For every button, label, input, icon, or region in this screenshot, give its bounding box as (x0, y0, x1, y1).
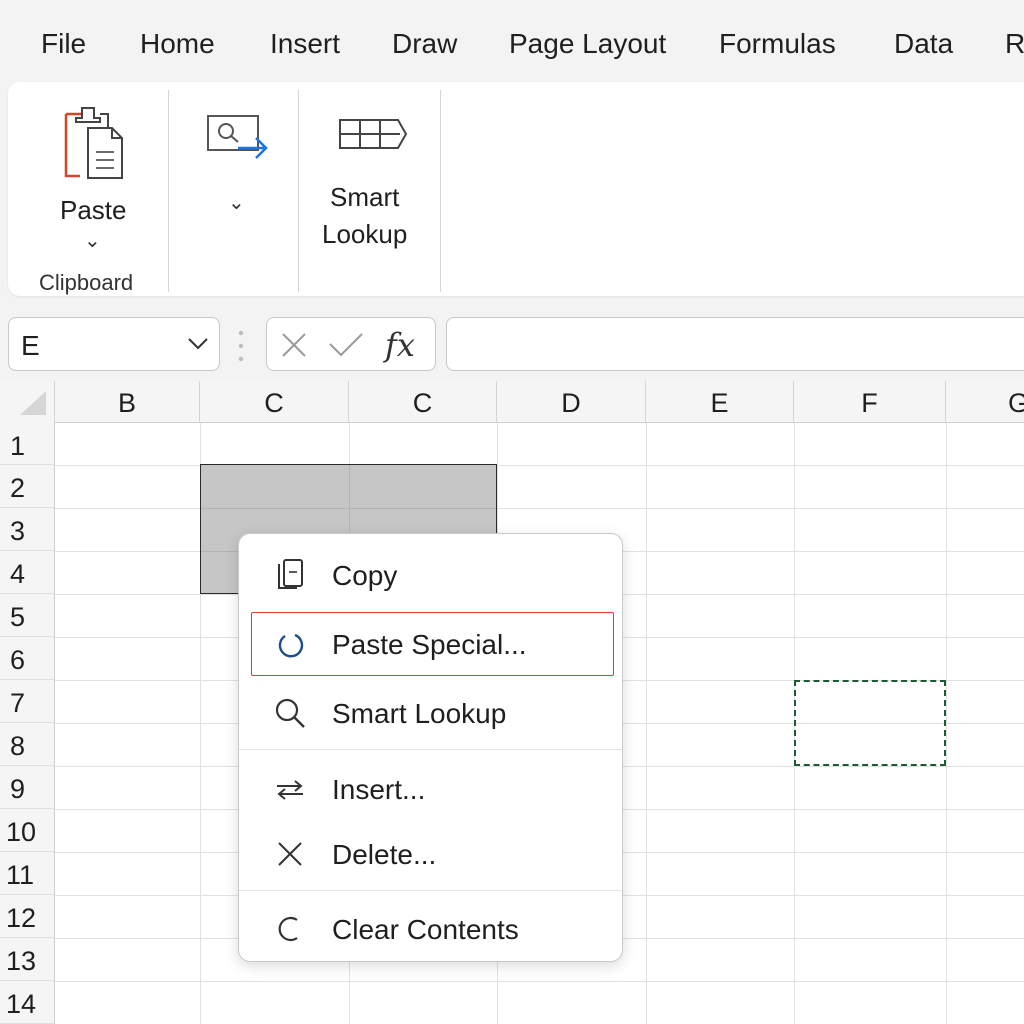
app-chrome: File Home Insert Draw Page Layout Formul… (0, 0, 1024, 305)
column-header-c[interactable]: C (200, 381, 349, 423)
tab-page-layout[interactable]: Page Layout (509, 28, 666, 60)
row-header[interactable]: 6 (0, 637, 55, 680)
row-header[interactable]: 11 (0, 852, 55, 895)
tab-home[interactable]: Home (140, 28, 215, 60)
ribbon: Paste ⌄ Clipboard ⌄ Smart Lookup (8, 82, 1024, 296)
menu-item-delete[interactable]: Delete... (239, 823, 622, 885)
menu-item-label: Copy (332, 560, 398, 591)
copy-marquee[interactable] (794, 680, 946, 766)
row-header[interactable]: 4 (0, 551, 55, 594)
insert-icon (277, 780, 303, 800)
drag-handle-icon[interactable] (236, 329, 246, 363)
insert-function-button[interactable]: fx (385, 326, 415, 364)
clipboard-group-label: Clipboard (39, 270, 134, 295)
tab-file[interactable]: File (41, 28, 86, 60)
search-icon (275, 698, 305, 728)
ribbon-divider (440, 90, 441, 292)
column-header-b[interactable]: B (55, 381, 200, 423)
clear-contents-icon (278, 916, 298, 942)
tab-data[interactable]: Data (894, 28, 953, 60)
row-header[interactable]: 8 (0, 723, 55, 766)
paste-special-icon (278, 633, 304, 658)
paste-button[interactable]: Paste ⌄ (38, 92, 148, 262)
enter-check-icon[interactable] (327, 330, 365, 360)
column-header-d[interactable]: D (497, 381, 646, 423)
context-menu: Copy Paste Special... Smart Lookup Inser… (238, 533, 623, 962)
paste-label: Paste (60, 195, 127, 225)
smart-lookup-label: Smart (330, 182, 400, 212)
gridline (55, 981, 1024, 982)
menu-item-clear-contents[interactable]: Clear Contents (239, 898, 622, 960)
gridline (201, 508, 496, 509)
ribbon-divider (298, 90, 299, 292)
row-header[interactable]: 2 (0, 465, 55, 508)
row-header[interactable]: 12 (0, 895, 55, 938)
row-header[interactable]: 3 (0, 508, 55, 551)
smart-lookup-button[interactable]: Smart Lookup (316, 102, 426, 272)
chevron-down-icon[interactable]: ⌄ (228, 190, 245, 215)
find-select-icon (207, 115, 268, 159)
tab-formulas[interactable]: Formulas (719, 28, 836, 60)
row-header[interactable]: 7 (0, 680, 55, 723)
menu-item-smart-lookup[interactable]: Smart Lookup (239, 682, 622, 744)
ribbon-divider (168, 90, 169, 292)
tab-insert[interactable]: Insert (270, 28, 340, 60)
menu-separator (239, 890, 622, 891)
paste-icon (64, 107, 123, 179)
chevron-down-icon[interactable]: ⌄ (84, 228, 101, 253)
tab-review-partial[interactable]: R (1005, 28, 1024, 60)
copy-icon (278, 559, 303, 589)
formula-input[interactable] (446, 317, 1024, 371)
chevron-down-icon[interactable] (187, 336, 209, 352)
menu-item-copy[interactable]: Copy (239, 544, 622, 606)
smart-lookup-label: Lookup (322, 219, 408, 249)
tab-draw[interactable]: Draw (392, 28, 457, 60)
row-header[interactable]: 1 (0, 423, 55, 465)
cancel-icon[interactable] (279, 330, 309, 360)
menu-separator (239, 749, 622, 750)
select-all-corner[interactable] (0, 381, 55, 423)
row-header[interactable]: 5 (0, 594, 55, 637)
delete-icon (278, 842, 302, 866)
menu-item-insert[interactable]: Insert... (239, 758, 622, 820)
row-header[interactable]: 10 (0, 809, 55, 852)
smart-lookup-icon (339, 119, 408, 149)
column-header-row: B C C D E F G (0, 381, 1024, 423)
formula-bar: E fx (0, 305, 1024, 381)
select-all-icon (20, 391, 46, 415)
find-select-button[interactable]: ⌄ (200, 102, 280, 222)
column-header-e[interactable]: E (646, 381, 794, 423)
row-header[interactable]: 14 (0, 981, 55, 1024)
menu-item-paste-special[interactable]: Paste Special... (239, 613, 622, 675)
menu-item-label: Paste Special... (332, 629, 527, 660)
name-box[interactable]: E (8, 317, 220, 371)
row-header[interactable]: 13 (0, 938, 55, 981)
formula-buttons: fx (266, 317, 436, 371)
menu-item-label: Insert... (332, 774, 426, 805)
ribbon-tab-bar: File Home Insert Draw Page Layout Formul… (0, 0, 1024, 82)
name-box-value: E (21, 330, 40, 361)
column-header-f[interactable]: F (794, 381, 946, 423)
menu-item-label: Delete... (332, 839, 437, 870)
row-header[interactable]: 9 (0, 766, 55, 809)
menu-item-label: Smart Lookup (332, 698, 507, 729)
column-header-c[interactable]: C (349, 381, 497, 423)
column-header-g[interactable]: G (946, 381, 1024, 423)
menu-item-label: Clear Contents (332, 914, 519, 945)
